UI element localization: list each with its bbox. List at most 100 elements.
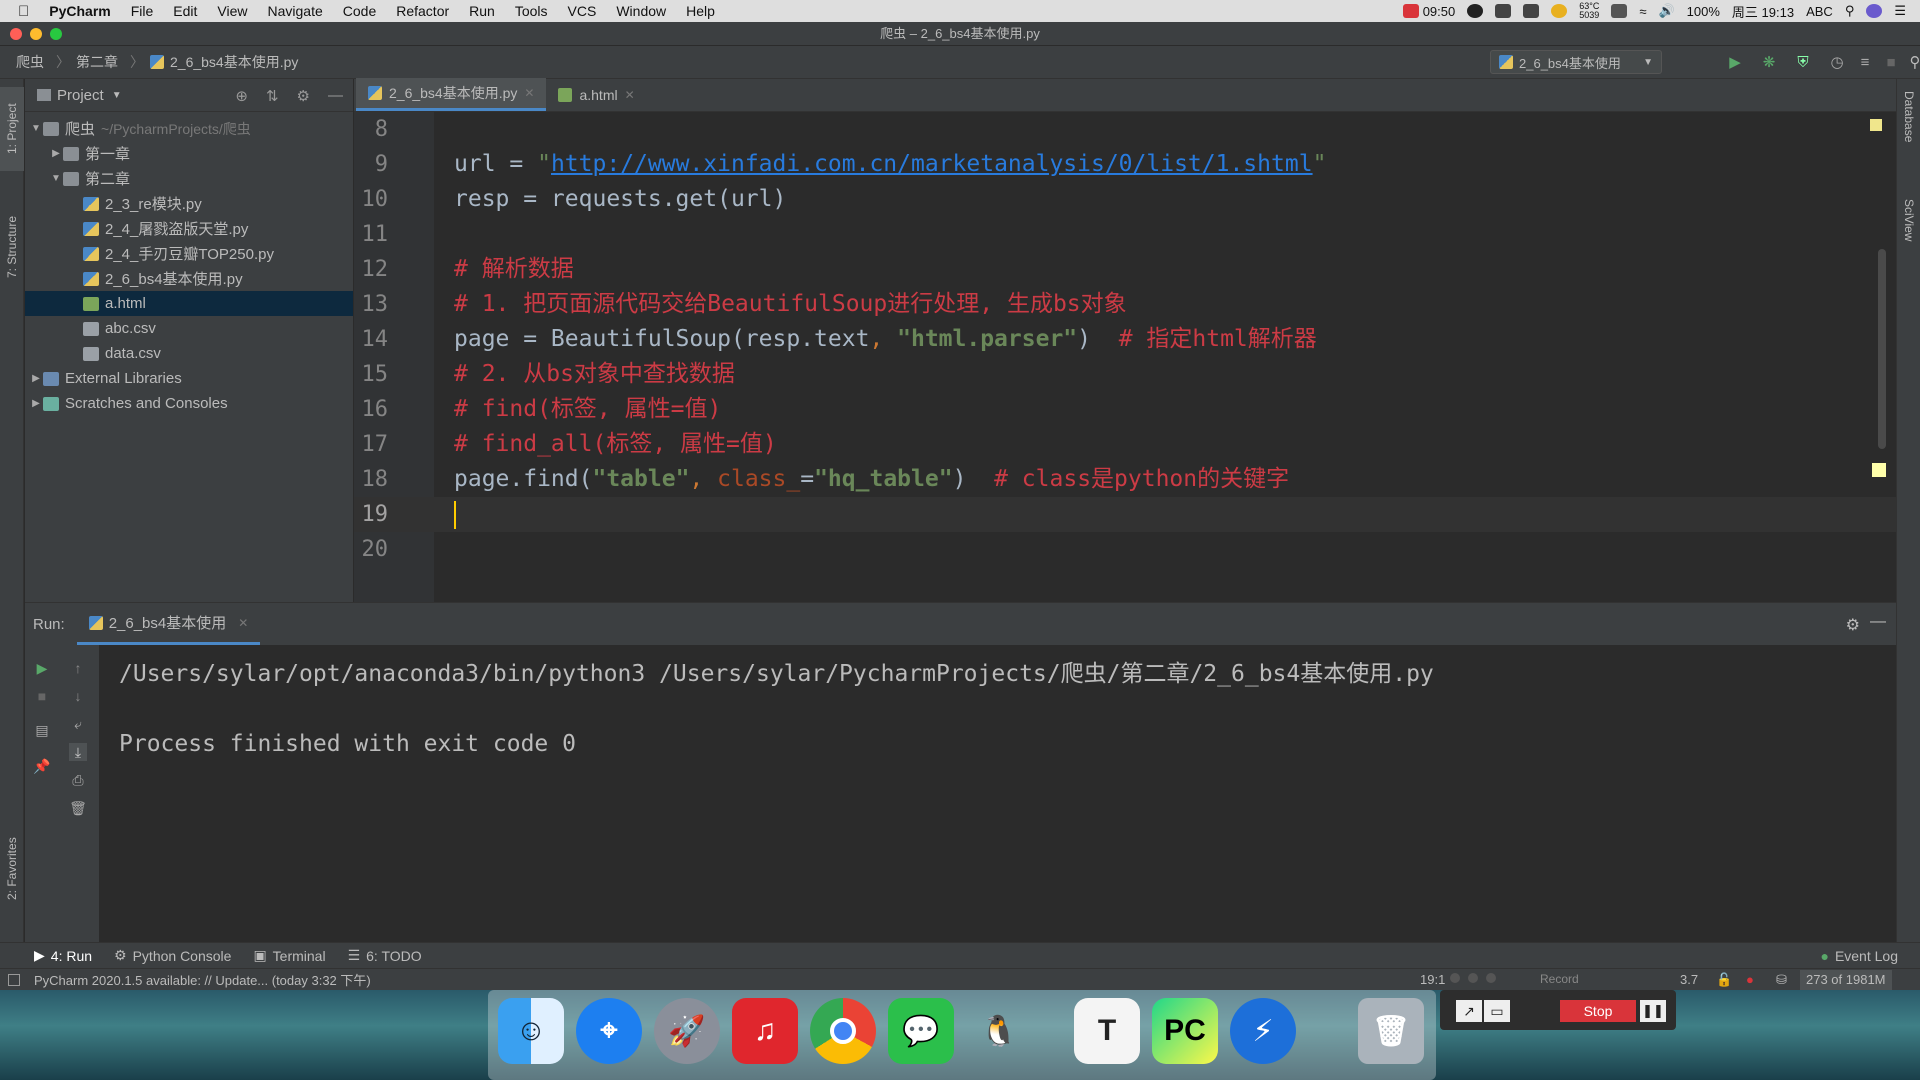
hide-panel-icon[interactable]: — [328,87,343,105]
memory-indicator[interactable]: 273 of 1981M [1800,969,1892,990]
keyboard-icon[interactable] [1611,4,1628,18]
code-line[interactable]: 20 [354,532,1896,567]
console-output[interactable]: /Users/sylar/opt/anaconda3/bin/python3 /… [119,657,1434,762]
cpu-temp[interactable]: 63°C 5039 [1579,2,1599,20]
debug-icon[interactable]: ❋ [1760,53,1778,71]
code-line[interactable]: 14 page = BeautifulSoup(resp.text, "html.… [354,322,1896,357]
tab-bs4-file[interactable]: 2_6_bs4基本使用.py ✕ [356,78,547,111]
run-configuration-select[interactable]: 2_6_bs4基本使用 ▼ [1490,50,1662,74]
scroll-up-icon[interactable]: ↑ [69,659,87,677]
tab-run[interactable]: ▶ 4: Run [34,947,92,964]
tree-item[interactable]: abc.csv [25,316,353,341]
chevron-down-icon[interactable]: ▼ [112,90,122,101]
pause-icon[interactable]: ❚❚ [1640,1000,1666,1022]
collapse-arrow-icon[interactable]: ▶ [49,148,63,159]
dock-netease-music[interactable]: ♫ [732,998,798,1064]
tree-item[interactable]: 2_3_re模块.py [25,191,353,216]
code-line[interactable]: 12 # 解析数据 [354,252,1896,287]
code-line[interactable]: 19 [354,497,1896,532]
menu-app-name[interactable]: PyCharm [39,0,120,22]
locate-file-icon[interactable]: ⊕ [235,87,248,105]
wifi-icon[interactable]: ≈ [1639,4,1646,19]
tree-item[interactable]: ▶ 第一章 [25,141,353,166]
breadcrumb-file[interactable]: 2_6_bs4基本使用.py [170,52,298,72]
close-tab-icon[interactable]: ✕ [625,88,635,102]
code-line[interactable]: 13 # 1. 把页面源代码交给BeautifulSoup进行处理, 生成bs对象 [354,287,1896,322]
dock-safari[interactable]: ⌖ [576,998,642,1064]
close-window-icon[interactable] [10,28,22,40]
python-interpreter[interactable]: 3.7 [1680,972,1698,987]
stop-record-button[interactable]: Stop [1560,1000,1636,1022]
spotlight-icon[interactable]: ⚲ [1845,3,1855,19]
notification-center-icon[interactable]: ☰ [1894,3,1906,19]
lock-icon[interactable]: 🔓 [1716,972,1732,988]
tab-structure[interactable]: 7: Structure [0,199,24,295]
code-line[interactable]: 17 # find_all(标签, 属性=值) [354,427,1896,462]
dock-launchpad[interactable]: 🚀 [654,998,720,1064]
caret-position[interactable]: 19:1 [1420,972,1445,987]
collapse-arrow-icon[interactable]: ▶ [29,373,43,384]
zoom-window-icon[interactable] [50,28,62,40]
datetime[interactable]: 周三 19:13 [1732,2,1794,21]
code-line[interactable]: 15 # 2. 从bs对象中查找数据 [354,357,1896,392]
status-message[interactable]: PyCharm 2020.1.5 available: // Update...… [34,970,371,989]
profile-icon[interactable]: ◷ [1828,53,1846,71]
tree-item[interactable]: data.csv [25,341,353,366]
close-tab-icon[interactable]: ✕ [238,616,248,630]
tree-item[interactable]: ▶ Scratches and Consoles [25,391,353,416]
concurrency-icon[interactable]: ≡ [1856,53,1874,71]
minimize-window-icon[interactable] [30,28,42,40]
dock-typora[interactable]: T [1074,998,1140,1064]
dock-trash[interactable]: 🗑 [1358,998,1424,1064]
dock-pycharm[interactable]: PC [1152,998,1218,1064]
tree-item[interactable]: 2_4_手刃豆瓣TOP250.py [25,241,353,266]
input-method[interactable]: ABC [1806,4,1833,19]
inspector-icon[interactable]: ● [1746,972,1754,987]
code-line[interactable]: 11 [354,217,1896,252]
coverage-icon[interactable]: ⛨ [1794,53,1812,71]
screen-record-timer[interactable]: 09:50 [1402,4,1455,19]
tree-item[interactable]: ▶ External Libraries [25,366,353,391]
tab-a-html[interactable]: a.html ✕ [546,78,646,111]
expand-arrow-icon[interactable]: ▼ [29,123,43,134]
close-tab-icon[interactable]: ✕ [524,86,534,100]
dock-thunder[interactable]: ⚡ [1230,998,1296,1064]
dock-chrome[interactable] [810,998,876,1064]
menu-code[interactable]: Code [333,0,386,22]
search-everywhere-icon[interactable]: ⚲ [1906,53,1920,71]
tree-item[interactable]: 2_6_bs4基本使用.py [25,266,353,291]
scrollbar-thumb[interactable] [1878,249,1886,449]
code-line[interactable]: 10 resp = requests.get(url) [354,182,1896,217]
menu-navigate[interactable]: Navigate [258,0,333,22]
pin-icon[interactable]: 📌 [33,757,51,775]
panel-toggle-icon[interactable] [8,973,20,986]
stop-icon[interactable]: ■ [1882,53,1900,71]
menu-help[interactable]: Help [676,0,725,22]
dock-finder[interactable]: ☺ [498,998,564,1064]
menu-file[interactable]: File [121,0,164,22]
gear-icon[interactable]: ⚙ [1846,615,1860,635]
breadcrumb-folder[interactable]: 第二章 [76,52,118,72]
run-tab[interactable]: 2_6_bs4基本使用 ✕ [76,603,261,645]
code-line[interactable]: 16 # find(标签, 属性=值) [354,392,1896,427]
collapse-arrow-icon[interactable]: ▶ [29,398,43,409]
menu-edit[interactable]: Edit [163,0,207,22]
menu-vcs[interactable]: VCS [558,0,607,22]
stop-icon[interactable]: ■ [33,687,51,705]
tab-todo[interactable]: ☰ 6: TODO [348,947,422,964]
rerun-icon[interactable]: ▶ [33,659,51,677]
menu-view[interactable]: View [207,0,257,22]
breadcrumb-project[interactable]: 爬虫 [16,52,44,72]
dock-qq[interactable]: 🐧 [966,998,1032,1064]
tab-terminal[interactable]: ▣ Terminal [253,947,325,964]
draw-arrow-icon[interactable]: ↗ [1456,1000,1482,1022]
clipboard-icon[interactable] [1523,4,1540,18]
code-view[interactable]: 8 9 url = "http://www.xinfadi.com.cn/marke… [354,112,1896,567]
restore-layout-icon[interactable]: ▤ [33,721,51,739]
menu-refactor[interactable]: Refactor [386,0,459,22]
expand-arrow-icon[interactable]: ▼ [49,173,63,184]
tree-item[interactable]: a.html [25,291,353,316]
code-line[interactable]: 18 page.find("table", class_="hq_table") … [354,462,1896,497]
menu-window[interactable]: Window [606,0,676,22]
menu-tools[interactable]: Tools [505,0,558,22]
